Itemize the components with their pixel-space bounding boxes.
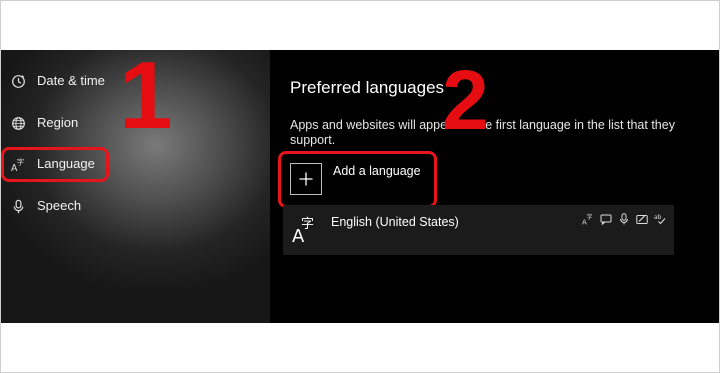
display-language-icon: A字: [581, 212, 594, 225]
language-name: English (United States): [331, 215, 459, 229]
main-content: Preferred languages Apps and websites wi…: [270, 50, 719, 323]
sidebar-item-speech[interactable]: Speech: [1, 193, 201, 219]
sidebar-item-label: Speech: [37, 198, 82, 213]
language-icon: A字: [292, 214, 316, 247]
step-number-1: 1: [119, 50, 173, 149]
text-to-speech-icon: [599, 212, 612, 225]
globe-icon: [10, 115, 26, 131]
add-language-highlight-box: [278, 151, 437, 208]
speech-recognition-icon: [617, 212, 630, 225]
page-title: Preferred languages: [290, 78, 445, 97]
svg-text:字: 字: [586, 213, 592, 221]
description-text: Apps and websites will appear in the fir…: [290, 118, 675, 147]
step-number-2: 2: [442, 53, 489, 147]
svg-text:字: 字: [301, 217, 314, 232]
svg-text:ab: ab: [654, 214, 662, 221]
sidebar: Date & time Region A字 Language Speech 1: [1, 50, 270, 323]
language-capabilities: A字 ab: [581, 212, 666, 225]
spellcheck-icon: ab: [653, 212, 666, 225]
clock-icon: [10, 73, 26, 89]
sidebar-item-label: Date & time: [37, 73, 105, 88]
language-row[interactable]: A字 English (United States) A字 ab: [283, 205, 674, 255]
settings-window: Date & time Region A字 Language Speech 1 …: [1, 50, 719, 323]
sidebar-item-label: Region: [37, 115, 79, 130]
handwriting-icon: [635, 212, 648, 225]
language-highlight-box: [1, 147, 109, 182]
microphone-icon: [10, 198, 26, 214]
